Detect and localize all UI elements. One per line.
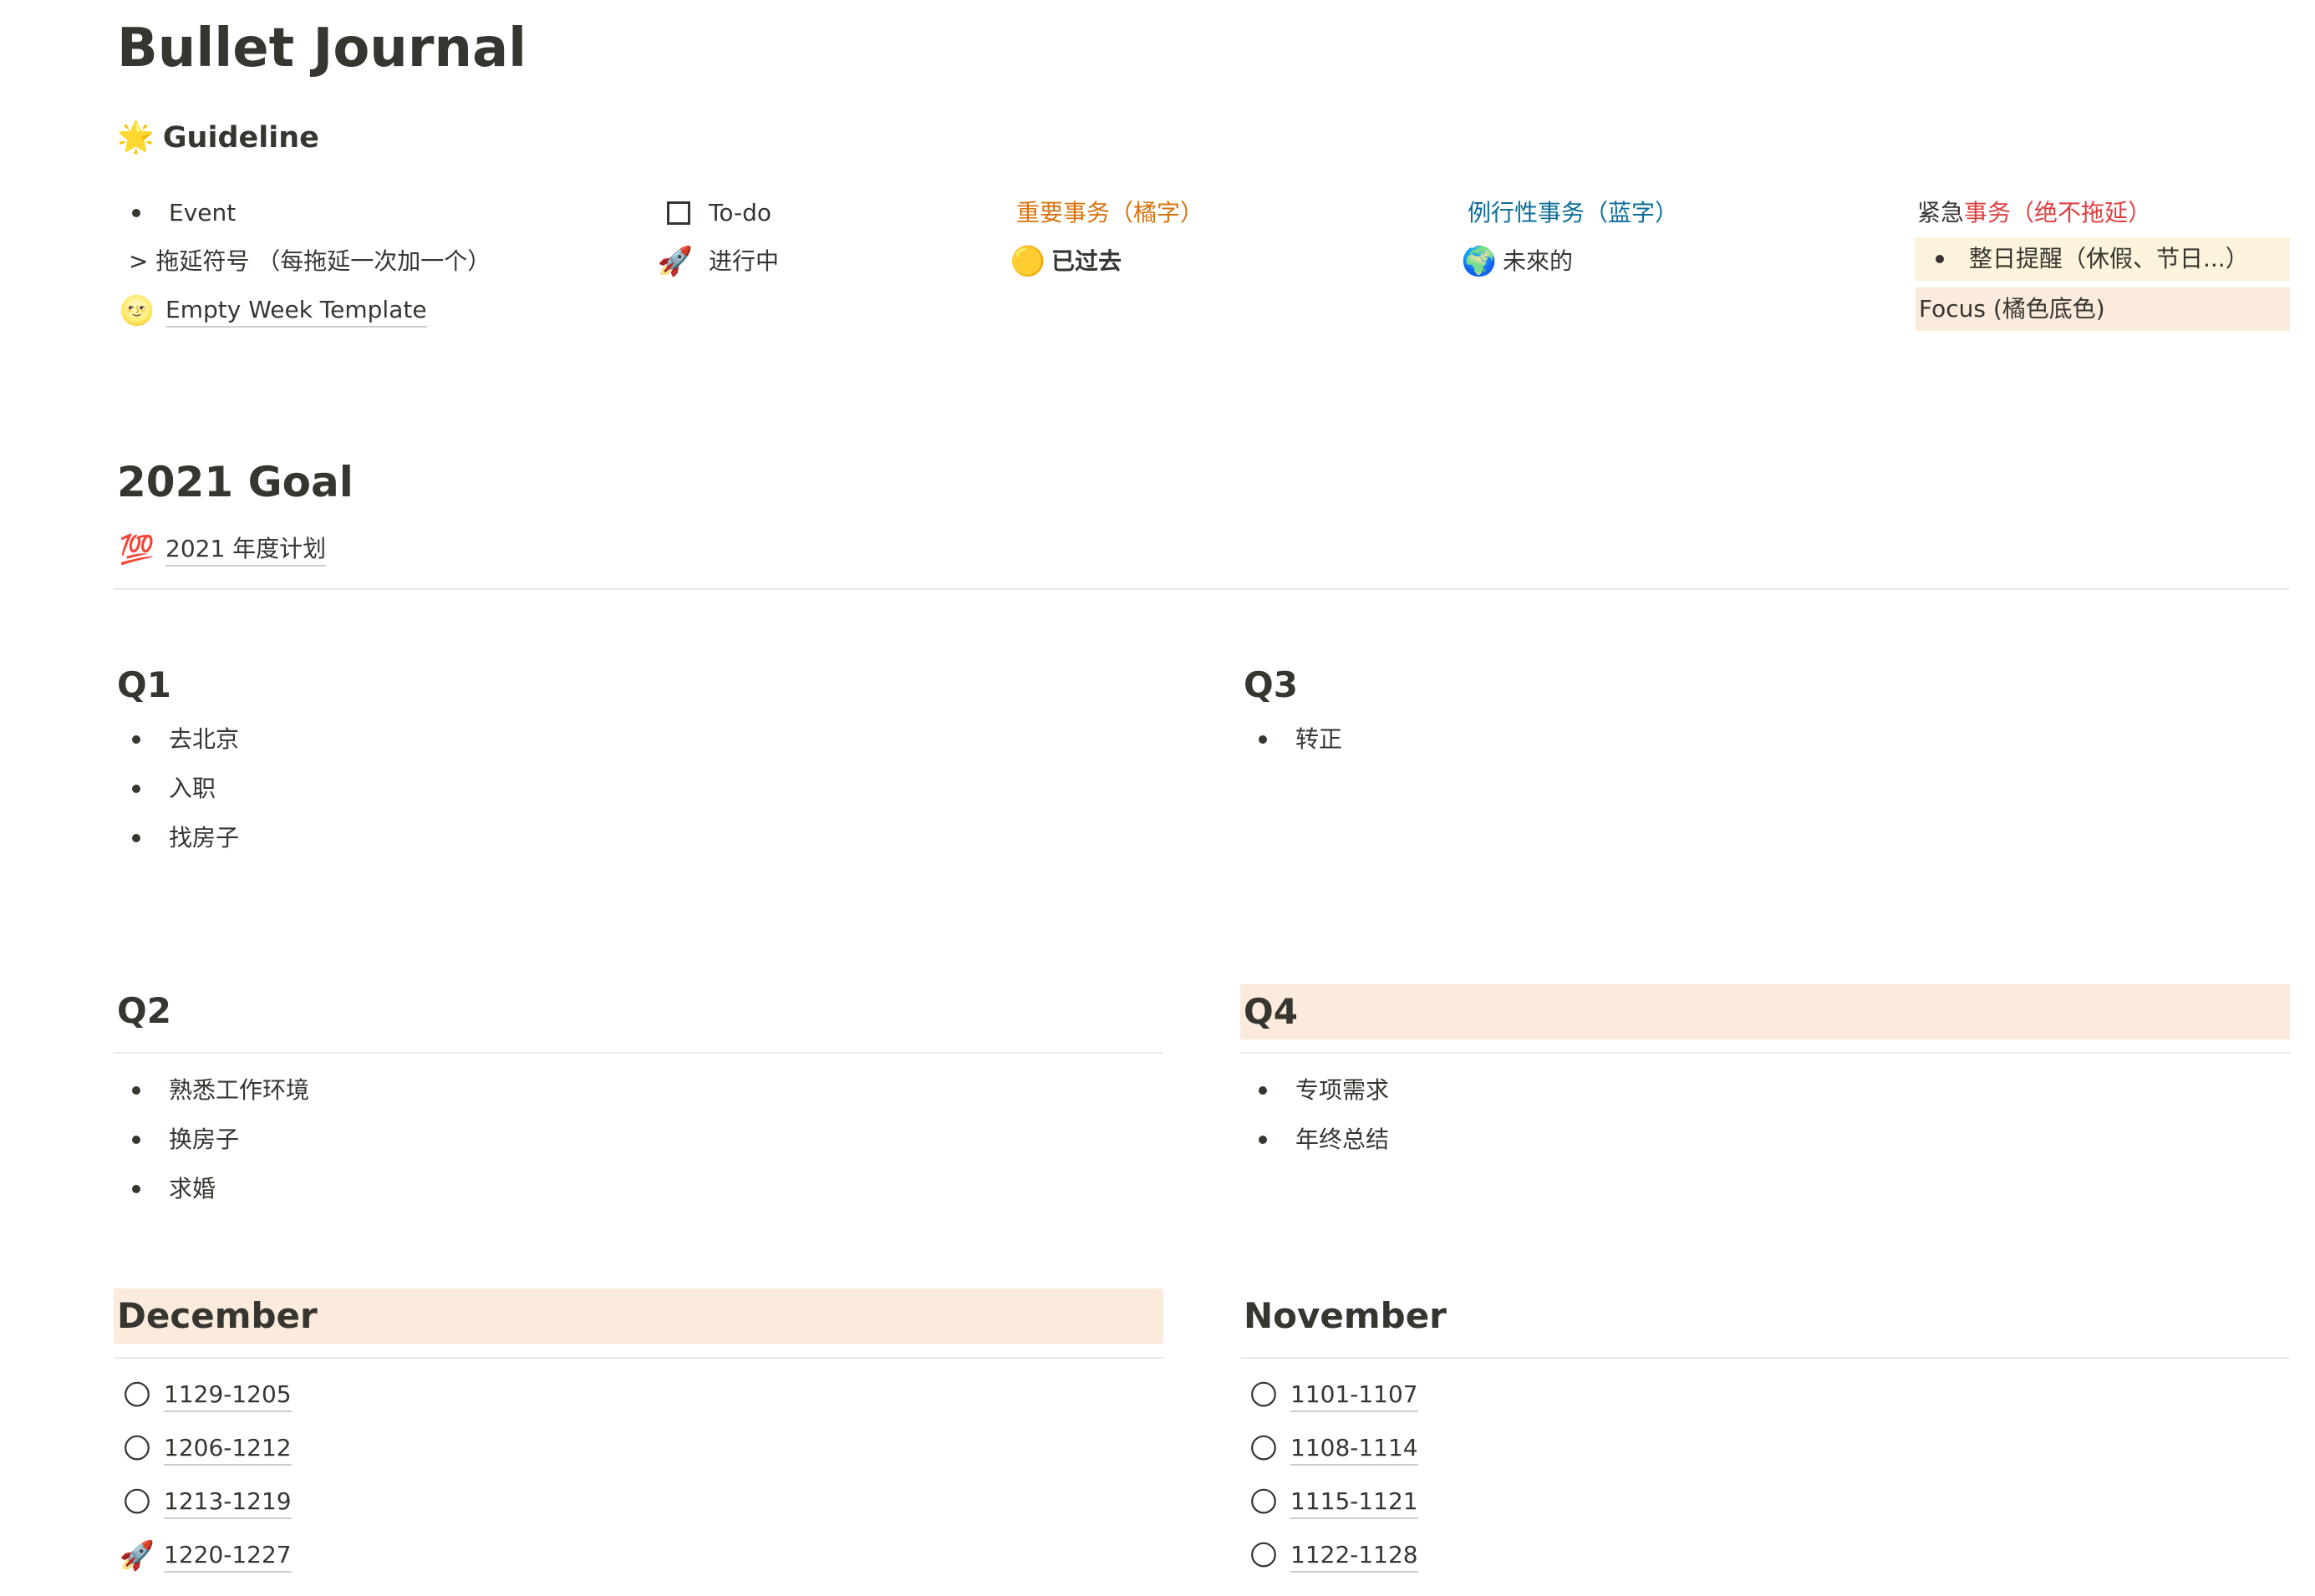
guideline-heading-text: Guideline	[162, 121, 319, 155]
legend-past-label: 已过去	[1051, 247, 1122, 275]
week-link[interactable]: 🌕 1206-1212	[119, 1432, 292, 1466]
list-item-label: 入职	[169, 775, 216, 802]
week-link[interactable]: 🌕 1129-1205	[119, 1379, 292, 1412]
list-item-label: 求婚	[169, 1175, 216, 1202]
list-item: 年终总结	[1244, 1123, 1389, 1156]
week-link[interactable]: 🚀 1220-1227	[119, 1539, 292, 1573]
star-coin-icon: 🌕	[1249, 1539, 1279, 1573]
rocket-icon: 🚀	[657, 245, 694, 278]
legend-all-day-label: 整日提醒（休假、节日...）	[1969, 245, 2249, 272]
page-title: Bullet Journal	[117, 18, 527, 79]
divider	[114, 1052, 1163, 1054]
q1-heading: Q1	[117, 664, 171, 705]
q4-heading: Q4	[1240, 984, 2290, 1039]
legend-todo: To-do	[667, 196, 771, 230]
legend-in-progress-label: 进行中	[709, 247, 780, 275]
legend-in-progress: 🚀 进行中	[657, 245, 779, 278]
bullet-dot	[1936, 255, 1944, 263]
list-item-label: 去北京	[169, 725, 240, 753]
legend-urgent-prefix: 紧急	[1917, 199, 1965, 226]
bullet-dot	[132, 834, 140, 842]
week-link[interactable]: 🌕 1108-1114	[1245, 1432, 1418, 1466]
list-item: 找房子	[117, 821, 239, 855]
legend-future: 🌍 未來的	[1461, 245, 1573, 278]
divider	[1240, 1052, 2290, 1054]
week-link-label[interactable]: 1129-1205	[164, 1379, 292, 1412]
star-coin-icon: 🌕	[122, 1486, 152, 1519]
star-coin-icon: 🌕	[122, 1432, 152, 1466]
annual-plan-label[interactable]: 2021 年度计划	[165, 533, 327, 567]
star-coin-icon: 🌕	[1249, 1432, 1279, 1466]
list-item: 换房子	[117, 1123, 239, 1156]
list-item: 去北京	[117, 723, 239, 756]
list-item-label: 熟悉工作环境	[169, 1076, 310, 1104]
week-link-label[interactable]: 1115-1121	[1290, 1486, 1418, 1519]
week-link-label[interactable]: 1220-1227	[164, 1539, 292, 1573]
legend-all-day-reminder: 整日提醒（休假、节日...）	[1916, 237, 2290, 281]
week-link[interactable]: 🌕 1101-1107	[1245, 1379, 1418, 1412]
list-item-label: 换房子	[169, 1126, 240, 1153]
legend-important: 重要事务（橘字）	[1016, 199, 1204, 226]
divider	[114, 588, 2290, 590]
bullet-dot	[132, 1136, 140, 1144]
yellow-circle-icon: 🟡	[1010, 245, 1046, 278]
legend-procrastination: > 拖延符号 （每拖延一次加一个）	[129, 247, 491, 275]
november-heading: November	[1244, 1295, 1447, 1336]
week-link-label[interactable]: 1213-1219	[164, 1486, 292, 1519]
bullet-dot	[1259, 1086, 1267, 1095]
moon-face-icon: 🌝	[119, 294, 155, 328]
star-coin-icon: 🌕	[1249, 1486, 1279, 1519]
week-link-label[interactable]: 1206-1212	[164, 1432, 292, 1466]
december-heading: December	[114, 1288, 1163, 1344]
glowing-star-icon: 🌟	[117, 120, 155, 155]
legend-future-label: 未來的	[1503, 247, 1574, 275]
notion-page: Bullet Journal 🌟 Guideline Event > 拖延符号 …	[0, 0, 2315, 1596]
legend-routine: 例行性事务（蓝字）	[1468, 199, 1679, 226]
bullet-dot	[132, 1086, 140, 1095]
bullet-dot	[132, 735, 140, 744]
list-item: 转正	[1244, 723, 1342, 756]
annual-plan-link[interactable]: 💯 2021 年度计划	[119, 533, 327, 567]
todo-checkbox[interactable]	[667, 201, 690, 225]
divider	[114, 1357, 1163, 1359]
bullet-dot	[132, 209, 140, 217]
guideline-heading: 🌟 Guideline	[117, 119, 319, 157]
rocket-icon: 🚀	[119, 1539, 155, 1573]
legend-urgent-main: 事务（绝不拖延）	[1964, 199, 2152, 226]
star-coin-icon: 🌕	[1249, 1379, 1279, 1412]
list-item: 专项需求	[1244, 1074, 1389, 1107]
legend-todo-label: To-do	[709, 199, 772, 226]
list-item-label: 专项需求	[1295, 1076, 1390, 1104]
empty-week-template-link[interactable]: 🌝 Empty Week Template	[119, 294, 427, 328]
bullet-dot	[132, 785, 140, 793]
bullet-dot	[1259, 1136, 1267, 1144]
hundred-points-icon: 💯	[119, 533, 155, 567]
legend-urgent: 紧急事务（绝不拖延）	[1917, 196, 2151, 230]
q3-heading: Q3	[1244, 664, 1298, 705]
list-item: 熟悉工作环境	[117, 1074, 309, 1107]
globe-icon: 🌍	[1461, 245, 1498, 278]
empty-week-template-label[interactable]: Empty Week Template	[165, 294, 427, 328]
week-link-label[interactable]: 1122-1128	[1290, 1539, 1418, 1573]
week-link-label[interactable]: 1108-1114	[1290, 1432, 1418, 1466]
bullet-dot	[132, 1185, 140, 1193]
divider	[1240, 1357, 2290, 1359]
week-link[interactable]: 🌕 1213-1219	[119, 1486, 292, 1519]
list-item-label: 找房子	[169, 824, 240, 851]
list-item-label: 年终总结	[1295, 1126, 1390, 1153]
list-item: 求婚	[117, 1172, 216, 1206]
week-link-label[interactable]: 1101-1107	[1290, 1379, 1418, 1412]
week-link[interactable]: 🌕 1115-1121	[1245, 1486, 1418, 1519]
week-link[interactable]: 🌕 1122-1128	[1245, 1539, 1418, 1573]
legend-past: 🟡 已过去	[1010, 245, 1122, 278]
bullet-dot	[1259, 735, 1267, 744]
list-item: 入职	[117, 772, 216, 806]
star-coin-icon: 🌕	[122, 1379, 152, 1412]
q2-heading: Q2	[117, 990, 171, 1031]
list-item-label: 转正	[1295, 725, 1343, 753]
legend-event-label: Event	[169, 199, 237, 226]
legend-focus: Focus (橘色底色)	[1916, 287, 2290, 331]
goal-heading: 2021 Goal	[117, 458, 354, 506]
legend-event: Event	[117, 196, 236, 230]
